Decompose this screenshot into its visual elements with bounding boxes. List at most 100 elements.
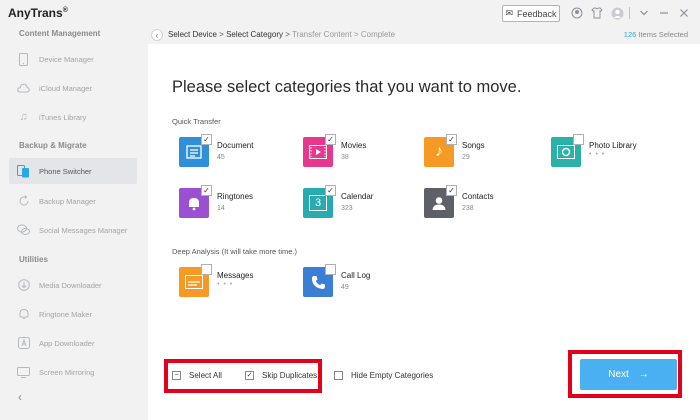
category-checkbox[interactable]: ✓ bbox=[325, 134, 336, 145]
category-name: Messages bbox=[217, 271, 254, 280]
title-bar: AnyTrans® ✉ Feedback bbox=[0, 0, 700, 26]
movie-icon: ✓ bbox=[303, 134, 336, 167]
titlebar-divider bbox=[629, 7, 630, 19]
chat-bubbles-icon bbox=[17, 224, 30, 237]
photo-icon bbox=[551, 134, 584, 167]
category-count: 238 bbox=[462, 205, 474, 212]
feedback-label: Feedback bbox=[517, 8, 557, 19]
phone-icon bbox=[17, 52, 30, 66]
feedback-button[interactable]: ✉ Feedback bbox=[502, 5, 560, 22]
category-checkbox[interactable]: ✓ bbox=[325, 185, 336, 196]
category-name: Contacts bbox=[462, 192, 494, 201]
sidebar-item-label: iTunes Library bbox=[39, 112, 87, 122]
close-icon[interactable] bbox=[677, 6, 691, 20]
music-icon: ♪ ✓ bbox=[424, 134, 457, 167]
category-name: Movies bbox=[341, 141, 367, 150]
sidebar-item-backup-manager[interactable]: Backup Manager bbox=[9, 188, 137, 214]
envelope-icon: ✉ bbox=[505, 8, 513, 18]
select-all-checkbox[interactable]: − Select All bbox=[172, 371, 222, 380]
phone-icon bbox=[303, 264, 336, 297]
skip-duplicates-checkbox[interactable]: ✓ Skip Duplicates bbox=[245, 371, 317, 380]
page-title: Please select categories that you want t… bbox=[172, 78, 522, 96]
category-checkbox[interactable] bbox=[201, 264, 212, 275]
select-all-label: Select All bbox=[189, 371, 222, 380]
select-all-box: − bbox=[172, 371, 181, 380]
quick-transfer-label: Quick Transfer bbox=[172, 117, 221, 126]
sidebar-item-ringtone-maker[interactable]: Ringtone Maker bbox=[9, 301, 137, 327]
sidebar-item-device-manager[interactable]: Device Manager bbox=[9, 46, 137, 72]
collapse-sidebar-icon[interactable]: ‹ bbox=[18, 390, 22, 404]
category-checkbox[interactable]: ✓ bbox=[446, 185, 457, 196]
shirt-icon[interactable] bbox=[590, 6, 604, 20]
category-ringtones[interactable]: ✓ Ringtones 14 bbox=[179, 185, 254, 218]
contacts-icon: ✓ bbox=[424, 185, 457, 218]
breadcrumb-step-select-device: Select Device bbox=[168, 30, 217, 39]
sidebar-item-icloud-manager[interactable]: iCloud Manager bbox=[9, 75, 137, 101]
category-contacts[interactable]: ✓ Contacts 238 bbox=[424, 185, 494, 218]
sidebar-item-label: iCloud Manager bbox=[39, 83, 92, 93]
sidebar-item-app-downloader[interactable]: App Downloader bbox=[9, 330, 137, 356]
category-messages[interactable]: Messages • • • bbox=[179, 264, 254, 297]
category-count: 38 bbox=[341, 154, 349, 161]
user-circle-icon[interactable] bbox=[570, 6, 584, 20]
chevron-down-icon[interactable] bbox=[637, 6, 651, 20]
category-songs[interactable]: ♪ ✓ Songs 29 bbox=[424, 134, 485, 167]
category-checkbox[interactable] bbox=[325, 264, 336, 275]
sidebar-item-itunes-library[interactable]: ♫ iTunes Library bbox=[9, 104, 137, 130]
phone-switch-icon bbox=[17, 164, 30, 178]
category-count: 45 bbox=[217, 154, 225, 161]
next-button[interactable]: Next → bbox=[580, 359, 677, 390]
category-document[interactable]: ✓ Document 45 bbox=[179, 134, 253, 167]
messages-icon bbox=[179, 264, 212, 297]
category-checkbox[interactable]: ✓ bbox=[201, 185, 212, 196]
items-selected-label: Items Selected bbox=[638, 30, 688, 39]
breadcrumb-separator: > bbox=[353, 30, 359, 39]
category-photo-library[interactable]: Photo Library • • • bbox=[551, 134, 637, 167]
breadcrumb-separator: > bbox=[219, 30, 224, 39]
category-name: Call Log bbox=[341, 271, 371, 280]
calendar-icon: 3 ✓ bbox=[303, 185, 336, 218]
breadcrumb-step-complete: Complete bbox=[360, 30, 396, 39]
sidebar-item-label: Backup Manager bbox=[39, 196, 96, 206]
app-store-icon bbox=[17, 337, 30, 350]
sidebar-item-label: Device Manager bbox=[39, 54, 94, 64]
back-arrow-icon[interactable]: ‹ bbox=[151, 29, 163, 41]
sidebar: Content Management Device Manager iCloud… bbox=[0, 26, 148, 420]
sidebar-item-label: App Downloader bbox=[39, 338, 95, 348]
breadcrumb-step-transfer-content: Transfer Content bbox=[291, 30, 352, 39]
hide-empty-categories-checkbox[interactable]: Hide Empty Categories bbox=[334, 371, 433, 380]
category-count: 29 bbox=[462, 154, 470, 161]
category-checkbox[interactable]: ✓ bbox=[201, 134, 212, 145]
sidebar-section-utilities: Utilities bbox=[19, 255, 48, 264]
items-selected-count: 126 bbox=[623, 30, 637, 39]
category-loading-dots: • • • bbox=[589, 151, 606, 158]
category-count: 14 bbox=[217, 205, 225, 212]
minimize-icon[interactable] bbox=[657, 6, 671, 20]
category-count: 49 bbox=[341, 284, 349, 291]
category-call-log[interactable]: Call Log 49 bbox=[303, 264, 371, 297]
sidebar-item-social-messages-manager[interactable]: Social Messages Manager bbox=[9, 217, 137, 243]
category-calendar[interactable]: 3 ✓ Calendar 323 bbox=[303, 185, 373, 218]
category-name: Ringtones bbox=[217, 192, 254, 201]
document-icon: ✓ bbox=[179, 134, 212, 167]
arrow-right-icon: → bbox=[638, 369, 649, 380]
download-icon bbox=[17, 279, 30, 292]
category-checkbox[interactable]: ✓ bbox=[446, 134, 457, 145]
sidebar-item-media-downloader[interactable]: Media Downloader bbox=[9, 272, 137, 298]
items-selected-counter: 126 Items Selected bbox=[624, 30, 688, 39]
calendar-day: 3 bbox=[309, 195, 327, 211]
next-label: Next bbox=[608, 369, 629, 380]
sidebar-item-screen-mirroring[interactable]: Screen Mirroring bbox=[9, 359, 137, 385]
deep-analysis-label: Deep Analysis (It will take more time.) bbox=[172, 247, 298, 256]
category-movies[interactable]: ✓ Movies 38 bbox=[303, 134, 367, 167]
category-loading-dots: • • • bbox=[217, 281, 234, 288]
account-avatar-icon[interactable] bbox=[610, 6, 624, 20]
skip-duplicates-box: ✓ bbox=[245, 371, 254, 380]
sidebar-section-content-management: Content Management bbox=[19, 29, 101, 38]
sidebar-item-phone-switcher[interactable]: Phone Switcher bbox=[9, 158, 137, 184]
screen-mirror-icon bbox=[17, 366, 30, 379]
app-title: AnyTrans® bbox=[8, 6, 68, 20]
sidebar-item-label: Ringtone Maker bbox=[39, 309, 92, 319]
category-checkbox[interactable] bbox=[573, 134, 584, 145]
breadcrumb-separator: > bbox=[285, 30, 290, 39]
